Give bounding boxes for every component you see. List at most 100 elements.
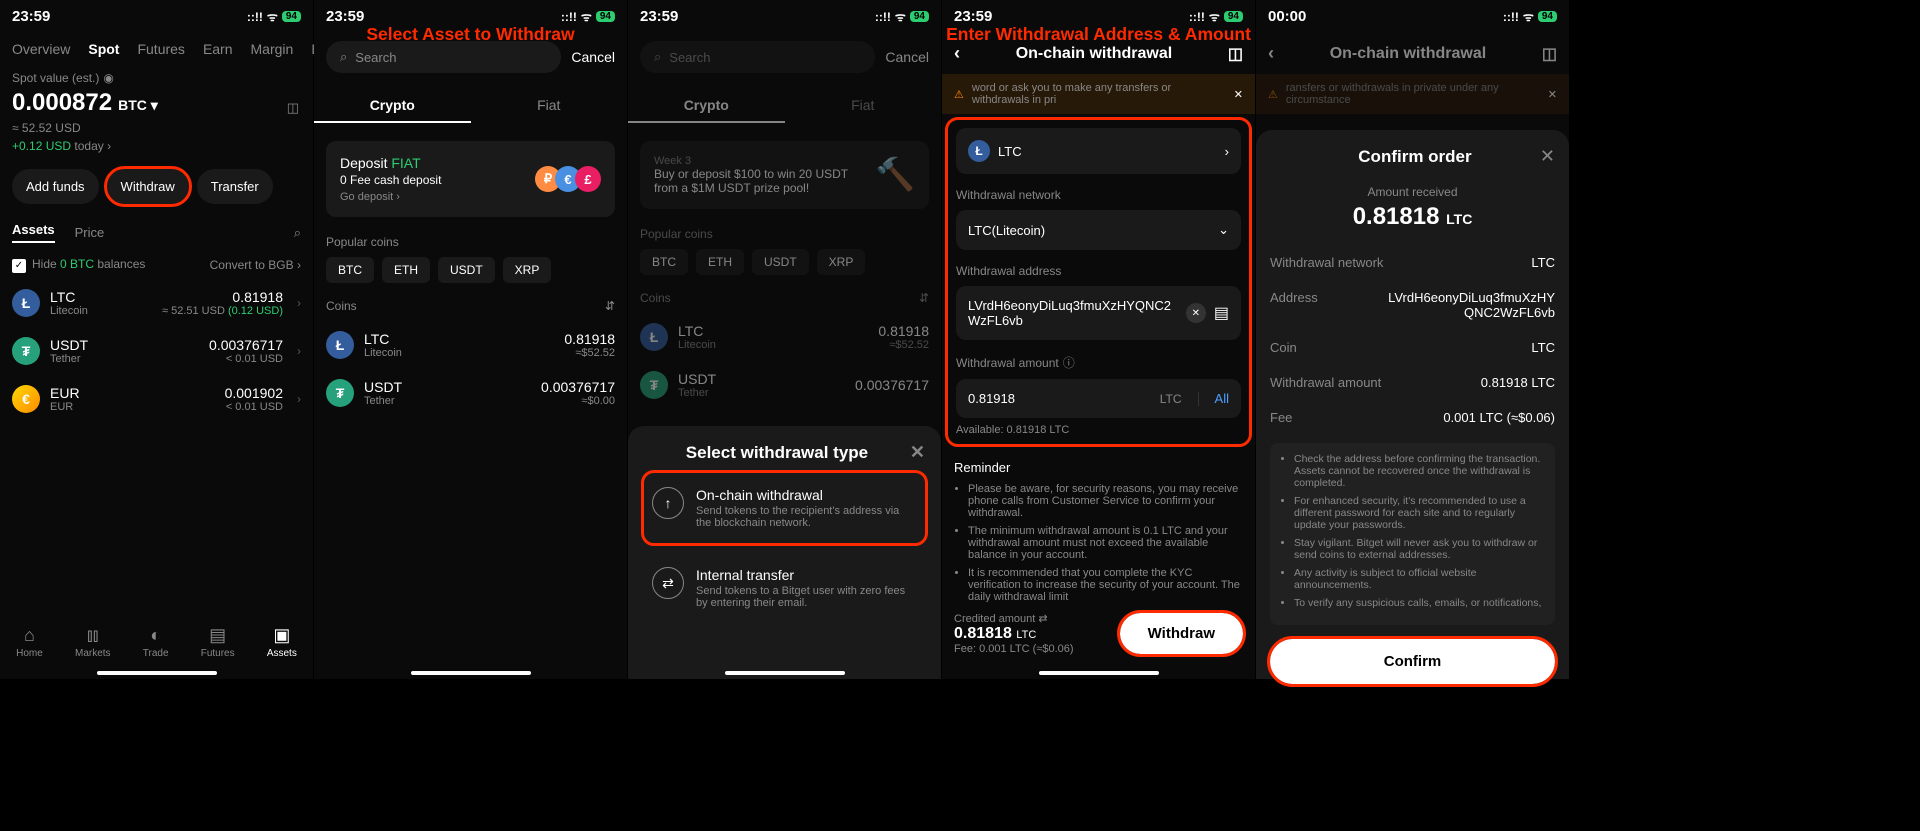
coin-pill-xrp[interactable]: XRP <box>817 249 866 275</box>
search-row: ⌕Search Cancel <box>628 33 941 81</box>
withdraw-button[interactable]: Withdraw <box>107 169 189 204</box>
network-selector[interactable]: LTC(Litecoin) ⌄ <box>956 210 1241 250</box>
wifi-icon: ᯤ <box>1523 8 1534 25</box>
eye-icon[interactable]: ◉ <box>103 71 113 85</box>
battery-indicator: 94 <box>1538 11 1557 22</box>
price-tab[interactable]: Price <box>75 225 105 240</box>
add-funds-button[interactable]: Add funds <box>12 169 99 204</box>
tab-margin[interactable]: Margin <box>251 41 294 57</box>
nav-home[interactable]: ⌂Home <box>16 625 43 659</box>
withdraw-submit-button[interactable]: Withdraw <box>1120 613 1243 654</box>
home-indicator[interactable] <box>725 671 845 675</box>
onchain-withdrawal-option[interactable]: ↑ On-chain withdrawalSend tokens to the … <box>644 473 925 543</box>
coin-row-usdt[interactable]: ₮ USDTTether 0.00376717≈$0.00 <box>314 369 627 417</box>
nav-trade[interactable]: ◐Trade <box>143 625 169 659</box>
amount-input[interactable]: 0.81918 LTC All <box>956 379 1241 418</box>
convert-link[interactable]: Convert to BGB › <box>210 258 301 272</box>
history-icon[interactable]: ◫ <box>1542 44 1557 64</box>
cancel-link[interactable]: Cancel <box>571 49 615 65</box>
annotation-label: Enter Withdrawal Address & Amount <box>942 22 1255 47</box>
home-indicator[interactable] <box>1039 671 1159 675</box>
popular-label: Popular coins <box>314 227 627 257</box>
wifi-icon: ᯤ <box>895 8 906 25</box>
popular-label: Popular coins <box>628 219 941 249</box>
confirm-order-modal: Confirm order ✕ Amount received 0.81818 … <box>1256 130 1569 679</box>
deposit-fiat-card[interactable]: Deposit FIAT 0 Fee cash deposit Go depos… <box>326 141 615 217</box>
annotation-label: Select Asset to Withdraw <box>314 22 627 47</box>
nav-futures[interactable]: ▤Futures <box>201 625 235 659</box>
coin-pill-usdt[interactable]: USDT <box>438 257 495 283</box>
home-indicator[interactable] <box>1353 671 1473 675</box>
coin-pill-xrp[interactable]: XRP <box>503 257 552 283</box>
assets-tab[interactable]: Assets <box>12 222 55 243</box>
coin-row-usdt[interactable]: ₮ USDTTether 0.00376717 <box>628 361 941 409</box>
tab-futures[interactable]: Futures <box>137 41 184 57</box>
coin-pill-eth[interactable]: ETH <box>382 257 430 283</box>
detail-amount: Withdrawal amount0.81918 LTC <box>1270 365 1555 400</box>
chevron-right-icon[interactable]: › <box>107 139 111 153</box>
status-bar: 23:59 ::!!ᯤ94 <box>628 0 941 33</box>
week-promo-card[interactable]: Week 3Buy or deposit $100 to win 20 USDT… <box>640 141 929 209</box>
ltc-icon: Ł <box>326 331 354 359</box>
coin-row-ltc[interactable]: Ł LTCLitecoin 0.81918≈$52.52 <box>314 321 627 369</box>
close-icon[interactable]: ✕ <box>1540 146 1555 167</box>
crypto-tab[interactable]: Crypto <box>628 89 785 123</box>
close-icon[interactable]: ✕ <box>910 442 925 463</box>
asset-row-eur[interactable]: € EUREUR 0.001902< 0.01 USD › <box>0 375 313 423</box>
network-label: Withdrawal network <box>956 188 1241 202</box>
tab-earn[interactable]: Earn <box>203 41 233 57</box>
hide-row: ✓Hide 0 BTC balances Convert to BGB › <box>0 251 313 279</box>
address-input[interactable]: LVrdH6eonyDiLuq3fmuXzHYQNC2WzFL6vb ✕ ▤ <box>956 286 1241 340</box>
hide-checkbox-label[interactable]: ✓Hide 0 BTC balances <box>12 257 145 273</box>
spot-approx-usd: ≈ 52.52 USD <box>12 121 301 135</box>
bottom-action-bar: Credited amount ⇄ 0.81818 LTC Fee: 0.001… <box>942 602 1255 679</box>
action-buttons: Add funds Withdraw Transfer <box>0 159 313 214</box>
header-title: On-chain withdrawal <box>1016 45 1172 63</box>
home-icon: ⌂ <box>24 625 35 646</box>
coin-selector[interactable]: ŁLTC › <box>956 128 1241 174</box>
tab-spot[interactable]: Spot <box>88 41 119 57</box>
home-indicator[interactable] <box>411 671 531 675</box>
asset-row-ltc[interactable]: Ł LTCLitecoin 0.81918≈ 52.51 USD (0.12 U… <box>0 279 313 327</box>
addressbook-icon[interactable]: ▤ <box>1214 303 1229 323</box>
sort-icon[interactable]: ⇵ <box>605 299 615 313</box>
unit-selector[interactable]: BTC ▾ <box>118 97 158 114</box>
coin-pill-usdt[interactable]: USDT <box>752 249 809 275</box>
search-input[interactable]: ⌕Search <box>640 41 875 73</box>
tab-overview[interactable]: Overview <box>12 41 70 57</box>
info-icon[interactable]: ⓘ <box>1063 354 1075 371</box>
form-highlighted-area: ŁLTC › Withdrawal network LTC(Litecoin) … <box>948 120 1249 444</box>
status-bar: 23:59 ::!! ᯤ 94 <box>0 0 313 33</box>
confirm-button[interactable]: Confirm <box>1270 639 1555 684</box>
coin-pill-eth[interactable]: ETH <box>696 249 744 275</box>
trade-icon: ◐ <box>150 625 161 646</box>
address-label: Withdrawal address <box>956 264 1241 278</box>
close-icon[interactable]: ✕ <box>1548 88 1557 101</box>
nav-markets[interactable]: ⫾⫾Markets <box>75 625 111 659</box>
transfer-button[interactable]: Transfer <box>197 169 273 204</box>
withdrawal-type-modal: Select withdrawal type ✕ ↑ On-chain with… <box>628 426 941 679</box>
fiat-tab[interactable]: Fiat <box>471 89 628 123</box>
crypto-tab[interactable]: Crypto <box>314 89 471 123</box>
coin-row-ltc[interactable]: Ł LTCLitecoin 0.81918≈$52.52 <box>628 313 941 361</box>
all-button[interactable]: All <box>1215 391 1229 406</box>
clear-icon[interactable]: ✕ <box>1186 303 1206 323</box>
battery-indicator: 94 <box>910 11 929 22</box>
checkbox-icon[interactable]: ✓ <box>12 259 26 273</box>
amount-label: Withdrawal amount ⓘ <box>956 354 1241 371</box>
search-icon[interactable]: ⌕ <box>294 225 301 241</box>
nav-assets[interactable]: ▣Assets <box>267 625 297 659</box>
internal-transfer-option[interactable]: ⇄ Internal transferSend tokens to a Bitg… <box>644 553 925 623</box>
home-indicator[interactable] <box>97 671 217 675</box>
coin-pill-btc[interactable]: BTC <box>326 257 374 283</box>
document-icon[interactable]: ◫ <box>287 100 299 116</box>
cancel-link[interactable]: Cancel <box>885 49 929 65</box>
status-icons: ::!! ᯤ 94 <box>247 8 301 25</box>
coin-pill-btc[interactable]: BTC <box>640 249 688 275</box>
close-icon[interactable]: ✕ <box>1234 88 1243 101</box>
sort-icon[interactable]: ⇵ <box>919 291 929 305</box>
fiat-tab[interactable]: Fiat <box>785 89 942 123</box>
popular-coins: BTC ETH USDT XRP <box>314 257 627 291</box>
back-icon[interactable]: ‹ <box>1268 43 1274 64</box>
asset-row-usdt[interactable]: ₮ USDTTether 0.00376717< 0.01 USD › <box>0 327 313 375</box>
